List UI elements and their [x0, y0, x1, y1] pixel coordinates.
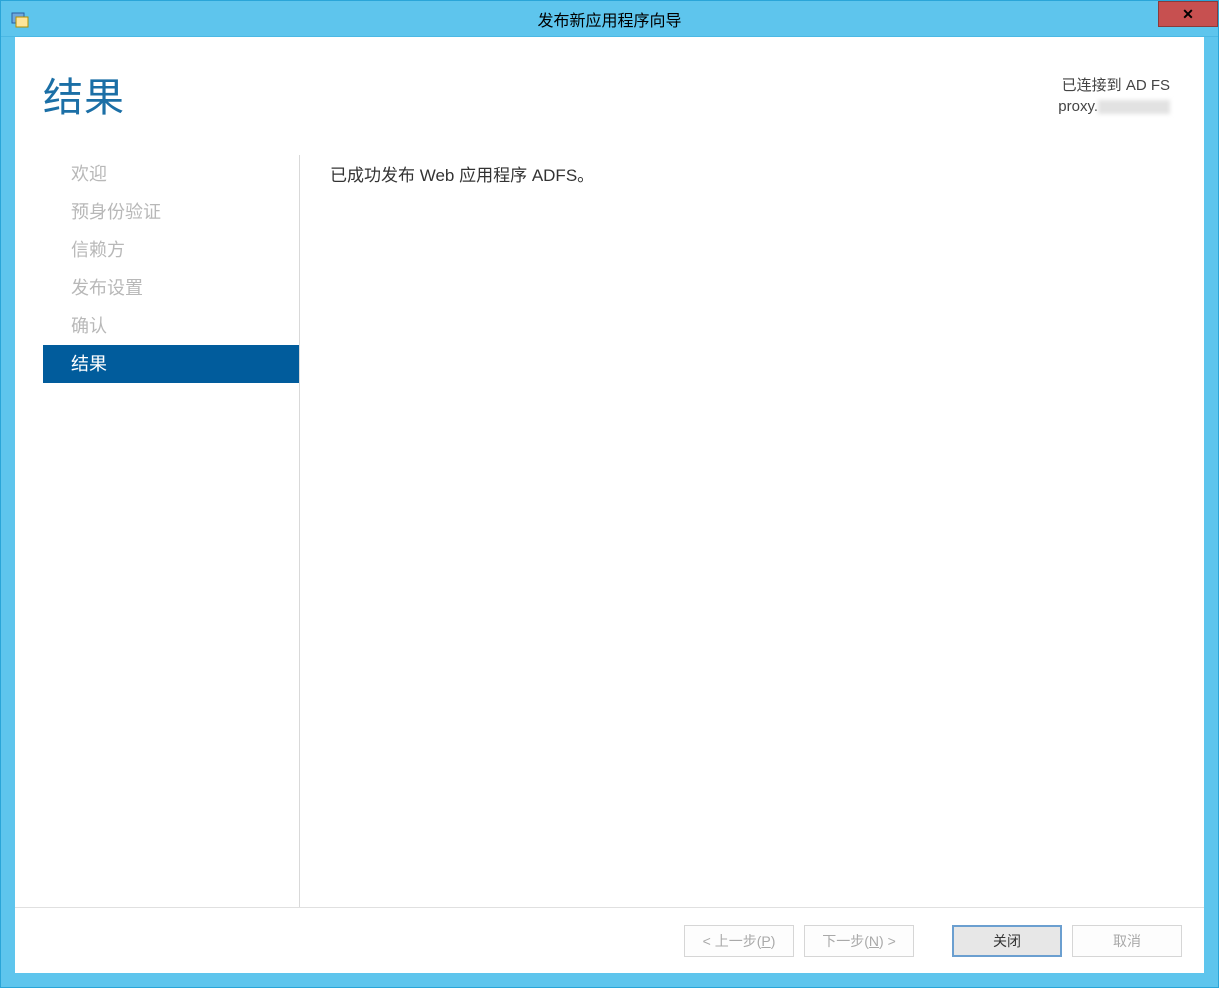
result-message: 已成功发布 Web 应用程序 ADFS。	[330, 161, 1174, 186]
middle-area: 欢迎 预身份验证 信赖方 发布设置 确认 结果 已成功发布 Web 应用程序 A…	[15, 145, 1204, 907]
wizard-window: 发布新应用程序向导 ✕ 结果 已连接到 AD FS proxy. 欢迎 预身份验…	[0, 0, 1219, 988]
window-close-button[interactable]: ✕	[1158, 1, 1218, 27]
close-icon: ✕	[1182, 6, 1194, 23]
content-area: 已成功发布 Web 应用程序 ADFS。	[300, 145, 1204, 907]
status-proxy-blurred	[1098, 100, 1170, 114]
status-line-2: proxy.	[1058, 96, 1170, 117]
wizard-steps-sidebar: 欢迎 预身份验证 信赖方 发布设置 确认 结果	[43, 145, 299, 907]
app-icon	[11, 10, 29, 28]
cancel-button: 取消	[1072, 925, 1182, 957]
previous-button: < 上一步(P)	[684, 925, 794, 957]
status-line-1: 已连接到 AD FS	[1058, 75, 1170, 96]
next-button: 下一步(N) >	[804, 925, 914, 957]
titlebar: 发布新应用程序向导 ✕	[1, 1, 1218, 37]
status-proxy-prefix: proxy.	[1058, 98, 1098, 115]
close-button[interactable]: 关闭	[952, 925, 1062, 957]
connection-status: 已连接到 AD FS proxy.	[1058, 65, 1170, 117]
header-area: 结果 已连接到 AD FS proxy.	[15, 37, 1204, 145]
sidebar-item-welcome[interactable]: 欢迎	[43, 155, 299, 193]
page-title: 结果	[43, 65, 125, 123]
sidebar-item-results[interactable]: 结果	[43, 345, 299, 383]
sidebar-item-publish-settings[interactable]: 发布设置	[43, 269, 299, 307]
wizard-footer: < 上一步(P) 下一步(N) > 关闭 取消	[15, 907, 1204, 973]
sidebar-item-preauth[interactable]: 预身份验证	[43, 193, 299, 231]
window-title: 发布新应用程序向导	[537, 7, 681, 31]
sidebar-item-confirm[interactable]: 确认	[43, 307, 299, 345]
window-body: 结果 已连接到 AD FS proxy. 欢迎 预身份验证 信赖方 发布设置 确…	[1, 37, 1218, 987]
sidebar-item-relying-party[interactable]: 信赖方	[43, 231, 299, 269]
